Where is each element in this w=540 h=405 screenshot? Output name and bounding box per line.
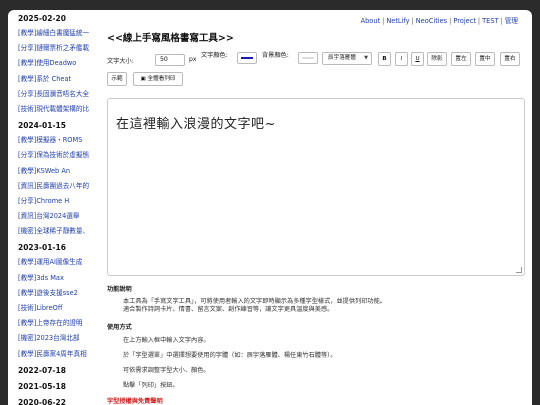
handwriting-text: 在這裡輸入浪漫的文字吧~ xyxy=(116,117,276,132)
sidebar-date: 2022-07-18 xyxy=(18,365,66,375)
nav-link[interactable]: NeoCities xyxy=(416,17,447,25)
underline-button[interactable]: U xyxy=(411,52,424,66)
sidebar-date: 2023-01-16 xyxy=(18,243,66,253)
sidebar-link[interactable]: [教學]上帝存在的證明 xyxy=(8,316,102,331)
sidebar-link[interactable]: [教學]使用Deadwo xyxy=(8,56,102,71)
sidebar-link[interactable]: [教學]模擬器・ROMS xyxy=(8,133,102,148)
sidebar-link[interactable]: [機密]2023台灣北部 xyxy=(8,331,102,346)
sidebar-link[interactable]: [教學]KSWeb An xyxy=(8,164,102,179)
sidebar-link[interactable]: [教學]民壽黨4周年真相 xyxy=(8,347,102,362)
font-select-value: 辰宇落雁體 xyxy=(328,55,356,61)
sidebar-link[interactable]: [機密]全球稀子靜數量、 xyxy=(8,224,102,239)
sidebar-date: 2021-05-18 xyxy=(18,381,66,391)
nav-link[interactable]: Project xyxy=(453,17,476,25)
font-select[interactable]: 辰宇落雁體 ▼ xyxy=(322,52,372,65)
bold-button[interactable]: B xyxy=(378,52,391,66)
sidebar-link[interactable]: [技術]LibreOff xyxy=(8,301,102,316)
resize-handle[interactable] xyxy=(516,267,522,273)
erase-button[interactable]: 除影 xyxy=(427,52,447,66)
sidebar-link[interactable]: [教學]遊後支援sse2 xyxy=(8,286,102,301)
printer-icon: ▣ xyxy=(140,76,146,82)
top-nav: About | NetLify | NeoCities | Project | TEST | 管理 xyxy=(361,15,518,25)
sidebar-link[interactable]: [教學]繪細白書魔猛統一 xyxy=(8,26,102,41)
page-title: <<線上手寫風格書寫工具>> xyxy=(107,33,234,44)
sidebar-date: 2020-06-22 xyxy=(18,397,66,405)
font-size-unit: px xyxy=(189,56,197,63)
text-color-label: 文字顏色: xyxy=(201,52,228,59)
sidebar-link[interactable]: [教學]運用AI圖像生成 xyxy=(8,255,102,270)
sidebar-link[interactable]: [分享]Chrome H xyxy=(8,194,102,209)
sidebar-link[interactable]: [分享]保為技術於虛擬態 xyxy=(8,148,102,163)
nav-link[interactable]: About xyxy=(361,17,381,25)
align-left-button[interactable]: 置左 xyxy=(451,52,471,66)
usage-step: 於「字型選單」中選擇想要使用的字體（如：辰宇落雁體、楊任東竹石體等）。 xyxy=(123,352,337,359)
text-color-picker[interactable] xyxy=(237,52,257,64)
bg-color-label: 背景顏色: xyxy=(262,52,289,59)
nav-link[interactable]: NetLify xyxy=(386,17,409,25)
font-size-input[interactable]: 50 xyxy=(155,54,185,66)
intro-line: 適合製作詩詞卡片、情書、留言文案、創作練習等，讓文字更具溫度與美感。 xyxy=(123,306,334,313)
sidebar-link[interactable]: [資訊]民壽團過去八年的 xyxy=(8,179,102,194)
sidebar-link[interactable]: [教學]系於 Cheat xyxy=(8,72,102,87)
sidebar-link[interactable]: [分享]長固瀰音唔名大全 xyxy=(8,87,102,102)
license-heading: 字型授權與免責聲明 xyxy=(107,398,163,405)
usage-heading: 使用方式 xyxy=(107,324,132,331)
usage-step: 在上方輸入框中輸入文字內容。 xyxy=(123,337,210,344)
usage-step: 可依需求調整字型大小、顏色。 xyxy=(123,367,210,374)
intro-line: 本工具為「手寫文字工具」，可將使用者輸入的文字即時顯示為多種字型樣式，並提供列印… xyxy=(123,298,386,305)
main-content: About | NetLify | NeoCities | Project | TEST | 管理 … xyxy=(107,10,532,405)
sidebar-link[interactable]: [教學]3ds Max xyxy=(8,271,102,286)
align-center-button[interactable]: 置中 xyxy=(475,52,495,66)
sidebar-link[interactable]: [分享]鏈爾票析之矛艦載 xyxy=(8,41,102,56)
print-button[interactable]: ▣ 全體看列印 xyxy=(133,72,183,86)
usage-step: 點擊「列印」按鈕。 xyxy=(123,382,179,389)
sidebar-link[interactable]: [技術]現代載體架構的比 xyxy=(8,102,102,117)
nav-link[interactable]: TEST xyxy=(482,17,498,25)
example-button[interactable]: 示範 xyxy=(107,72,127,86)
sidebar-date: 2025-02-20 xyxy=(18,14,66,23)
sidebar: 2025-02-20 [教學]繪細白書魔猛統一 [分享]鏈爾票析之矛艦載 [教學]使用… xyxy=(8,10,102,405)
print-button-label: 全體看列印 xyxy=(147,76,176,82)
handwriting-textarea[interactable]: 在這裡輸入浪漫的文字吧~ xyxy=(107,98,525,276)
page-frame: 2025-02-20 [教學]繪細白書魔猛統一 [分享]鏈爾票析之矛艦載 [教學]使用… xyxy=(8,10,532,405)
align-right-button[interactable]: 置右 xyxy=(500,52,520,66)
italic-button[interactable]: I xyxy=(395,52,408,66)
chevron-down-icon: ▼ xyxy=(364,55,368,61)
intro-heading: 功能說明 xyxy=(107,286,132,293)
font-size-label: 文字大小: xyxy=(107,58,134,65)
nav-link[interactable]: 管理 xyxy=(505,17,518,25)
bg-color-picker[interactable] xyxy=(298,52,318,64)
sidebar-date: 2024-01-15 xyxy=(18,121,66,131)
sidebar-link[interactable]: [資訊]台灣2024選舉 xyxy=(8,209,102,224)
